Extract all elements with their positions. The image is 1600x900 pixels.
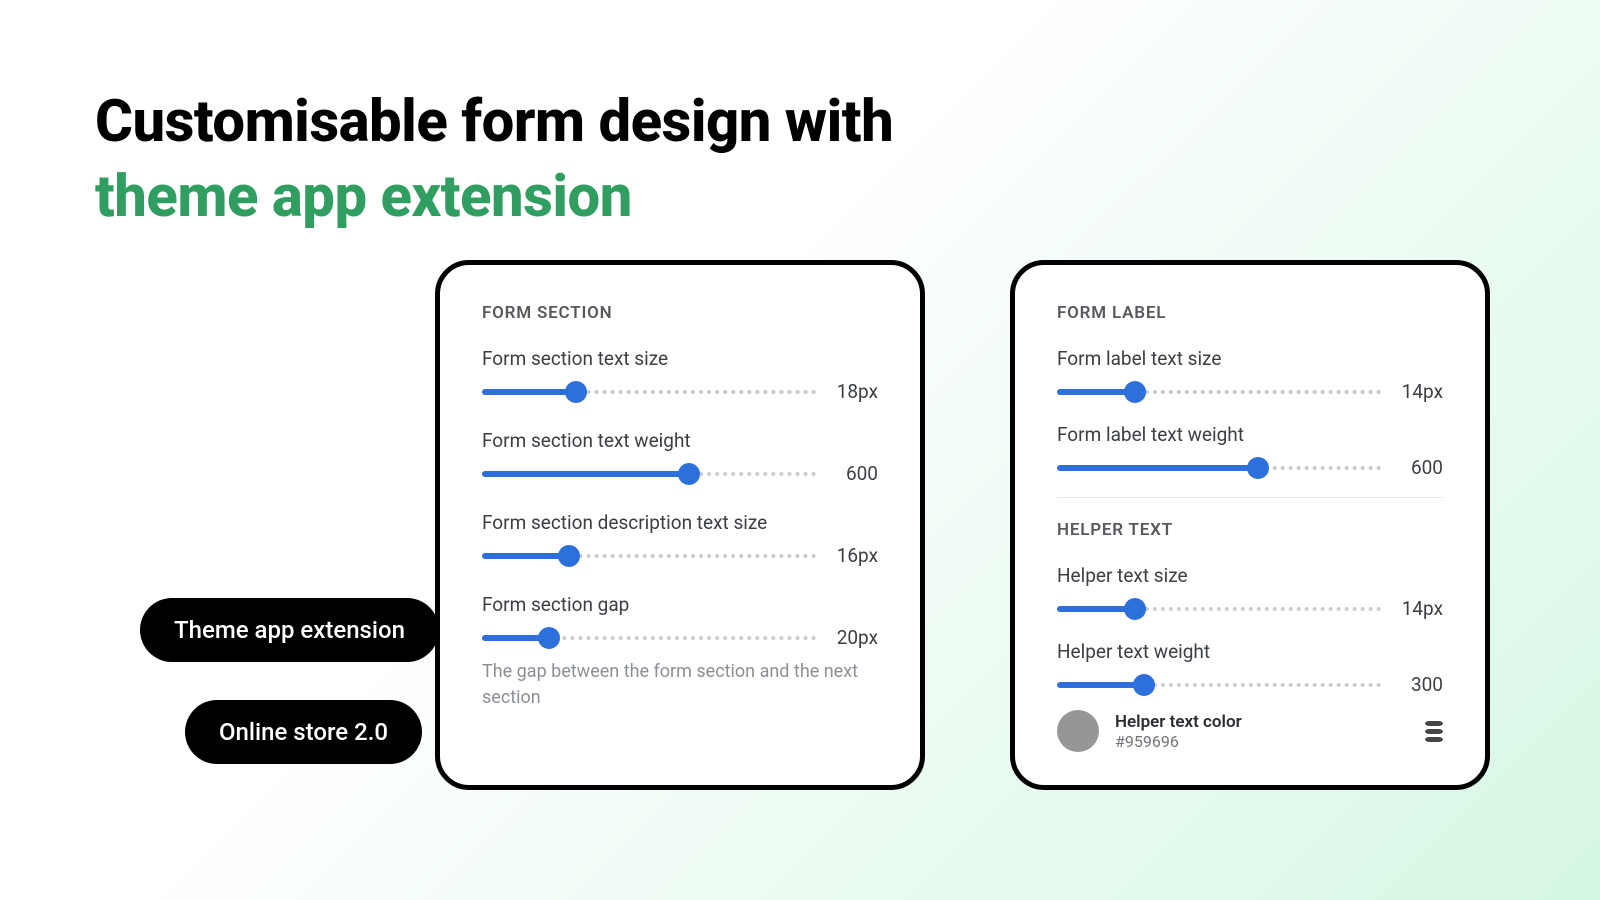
slider-form-label-text-size[interactable] — [1057, 382, 1381, 402]
pill-label: Online store 2.0 — [219, 718, 388, 746]
slider-value: 300 — [1395, 673, 1443, 696]
section-title-helper-text: HELPER TEXT — [1057, 520, 1443, 540]
control-label: Form section text size — [482, 347, 878, 370]
divider — [1057, 497, 1443, 498]
headline-line1: Customisable form design with — [95, 88, 893, 156]
slider-form-section-description-text-size[interactable] — [482, 546, 816, 566]
control-label: Form section text weight — [482, 429, 878, 452]
control-helper-text-weight: Helper text weight 300 — [1057, 640, 1443, 696]
slider-value: 18px — [830, 380, 878, 403]
color-swatch — [1057, 710, 1099, 752]
control-form-section-text-weight: Form section text weight 600 — [482, 429, 878, 485]
section-title-form-section: FORM SECTION — [482, 303, 878, 323]
slider-form-section-gap[interactable] — [482, 628, 816, 648]
control-form-section-gap: Form section gap 20px — [482, 593, 878, 649]
control-form-section-text-size: Form section text size 18px — [482, 347, 878, 403]
slider-value: 600 — [830, 462, 878, 485]
headline-line2: theme app extension — [95, 160, 893, 235]
slider-form-label-text-weight[interactable] — [1057, 458, 1381, 478]
color-hex: #959696 — [1115, 732, 1409, 751]
help-text-form-section-gap: The gap between the form section and the… — [482, 659, 878, 711]
control-label: Form label text weight — [1057, 423, 1443, 446]
control-label: Form section description text size — [482, 511, 878, 534]
control-label: Form section gap — [482, 593, 878, 616]
section-title-form-label: FORM LABEL — [1057, 303, 1443, 323]
control-label: Helper text weight — [1057, 640, 1443, 663]
slider-form-section-text-weight[interactable] — [482, 464, 816, 484]
slider-value: 14px — [1395, 380, 1443, 403]
control-label: Form label text size — [1057, 347, 1443, 370]
pill-theme-app-extension: Theme app extension — [140, 598, 439, 662]
control-form-label-text-size: Form label text size 14px — [1057, 347, 1443, 403]
color-label: Helper text color — [1115, 712, 1409, 732]
pill-label: Theme app extension — [174, 616, 405, 644]
control-helper-text-size: Helper text size 14px — [1057, 564, 1443, 620]
control-form-label-text-weight: Form label text weight 600 — [1057, 423, 1443, 479]
slider-value: 14px — [1395, 597, 1443, 620]
panel-form-section: FORM SECTION Form section text size 18px… — [435, 260, 925, 790]
color-text: Helper text color #959696 — [1115, 712, 1409, 751]
control-form-section-description-text-size: Form section description text size 16px — [482, 511, 878, 567]
slider-helper-text-weight[interactable] — [1057, 675, 1381, 695]
slider-value: 600 — [1395, 456, 1443, 479]
slider-helper-text-size[interactable] — [1057, 599, 1381, 619]
color-picker-helper-text[interactable]: Helper text color #959696 — [1057, 710, 1443, 752]
panel-form-label-helper: FORM LABEL Form label text size 14px For… — [1010, 260, 1490, 790]
slider-form-section-text-size[interactable] — [482, 382, 816, 402]
control-label: Helper text size — [1057, 564, 1443, 587]
slider-value: 20px — [830, 626, 878, 649]
page-headline: Customisable form design with theme app … — [95, 85, 893, 236]
layers-icon[interactable] — [1425, 721, 1443, 742]
slider-value: 16px — [830, 544, 878, 567]
pill-online-store-2: Online store 2.0 — [185, 700, 422, 764]
